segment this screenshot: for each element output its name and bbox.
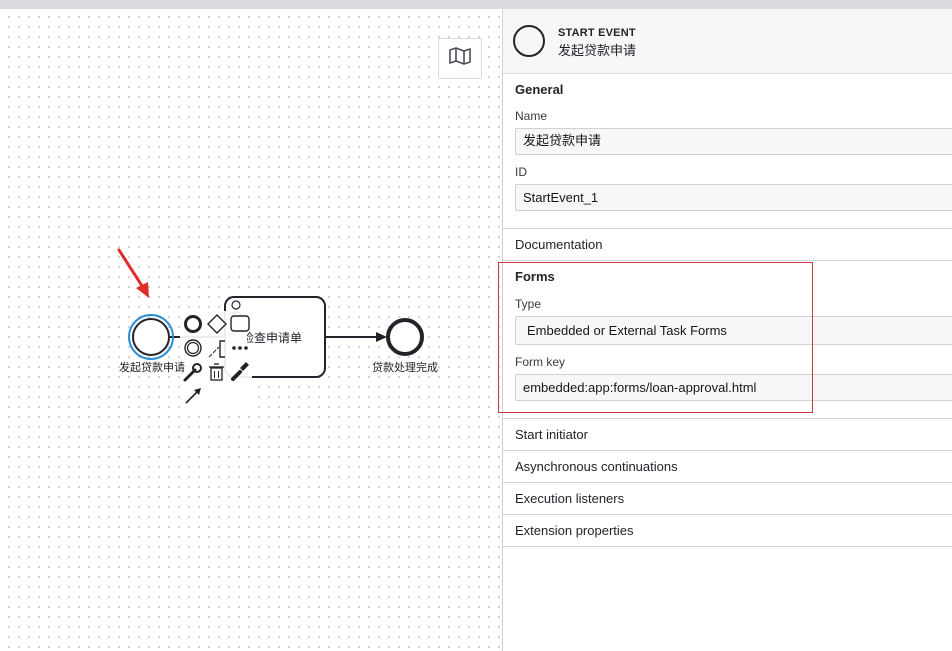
group-documentation-header[interactable]: Documentation [515,237,602,252]
flow-arrowhead [376,332,387,342]
context-pad [180,311,252,413]
panel-header: START EVENT 发起贷款申请 [503,9,952,74]
group-documentation[interactable]: Documentation [503,229,952,261]
id-input[interactable]: StartEvent_1 [515,184,952,211]
group-start-initiator[interactable]: Start initiator [503,419,952,451]
end-event-label: 贷款处理完成 [372,361,438,374]
more-icon[interactable] [232,346,248,350]
form-key-label: Form key [515,355,566,369]
group-extension-properties-header[interactable]: Extension properties [515,523,634,538]
element-type: START EVENT [558,27,636,39]
start-event-icon [513,25,545,57]
append-end-event-icon[interactable] [184,315,202,333]
group-execution-listeners-header[interactable]: Execution listeners [515,491,624,506]
properties-panel: START EVENT 发起贷款申请 General Name 发起贷款申请 I… [502,9,952,651]
name-input[interactable]: 发起贷款申请 [515,128,952,155]
bpmn-canvas[interactable]: 发起贷款申请 检查申请单 贷款处理完成 [0,9,502,651]
task-label: 检查申请单 [242,331,303,345]
start-event-label: 发起贷款申请 [119,361,185,374]
append-intermediate-event-icon[interactable] [184,339,202,357]
form-type-select[interactable]: Embedded or External Task Forms [515,316,952,345]
start-event[interactable] [132,318,170,356]
red-arrow-annotation [117,248,149,298]
group-async-header[interactable]: Asynchronous continuations [515,459,678,474]
group-async-continuations[interactable]: Asynchronous continuations [503,451,952,483]
form-type-label: Type [515,297,542,311]
group-execution-listeners[interactable]: Execution listeners [503,483,952,515]
group-general-header[interactable]: General [515,82,563,97]
end-event[interactable] [386,318,424,356]
id-label: ID [515,165,527,179]
group-start-initiator-header[interactable]: Start initiator [515,427,588,442]
form-key-input[interactable]: embedded:app:forms/loan-approval.html [515,374,952,401]
append-task-icon[interactable] [230,315,250,332]
group-general: General Name 发起贷款申请 ID StartEvent_1 [503,74,952,229]
top-bar [0,0,952,9]
name-label: Name [515,109,548,123]
group-forms: Forms Type Embedded or External Task For… [503,261,952,419]
group-extension-properties[interactable]: Extension properties [503,515,952,547]
element-name: 发起贷款申请 [558,44,637,59]
group-forms-header[interactable]: Forms [515,269,555,284]
